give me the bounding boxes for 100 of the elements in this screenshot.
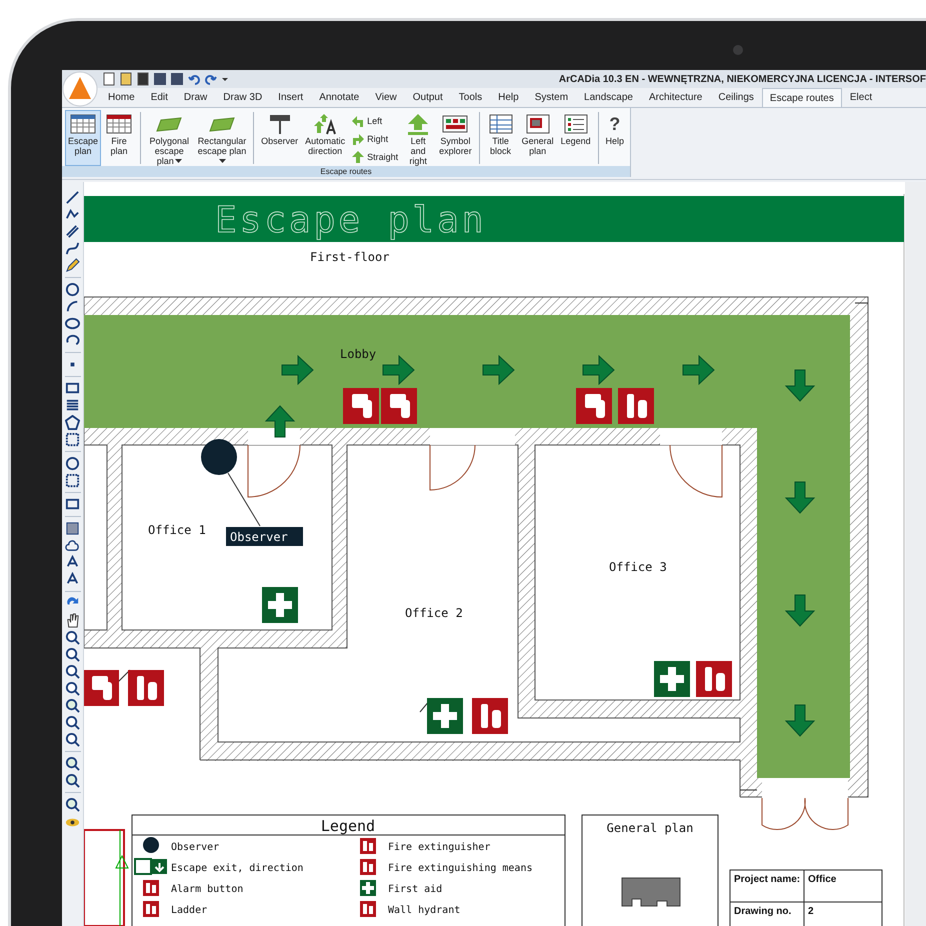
first-aid-sign	[654, 661, 690, 697]
ribbon-button[interactable]: Title block	[484, 110, 518, 166]
ribbon-tab[interactable]: System	[526, 88, 576, 107]
right-arrow-icon	[351, 132, 366, 146]
fire-extinguisher-sign	[128, 670, 164, 706]
zoom-icon[interactable]	[65, 681, 80, 696]
ellipse-arc-icon[interactable]	[65, 333, 80, 348]
pencil-icon[interactable]	[65, 258, 80, 273]
ribbon-tab[interactable]: Help	[490, 88, 527, 107]
fire-hose-sign	[84, 670, 119, 706]
alarm-button-sign	[343, 388, 379, 424]
ribbon-tab[interactable]: Annotate	[311, 88, 368, 107]
ribbon-tab[interactable]: View	[367, 88, 405, 107]
zoom-icon[interactable]	[65, 630, 80, 645]
ribbon-tab[interactable]: Insert	[270, 88, 312, 107]
hand-icon[interactable]	[65, 613, 80, 628]
room-label: Office 3	[609, 560, 667, 574]
plan-title: Escape plan	[215, 200, 486, 241]
dashed-square-icon[interactable]	[65, 432, 80, 447]
room-label: Lobby	[340, 347, 376, 361]
ribbon-tab[interactable]: Draw 3D	[215, 88, 270, 107]
ribbon-tab[interactable]: Home	[100, 88, 143, 107]
ribbon-tab[interactable]: Output	[404, 88, 451, 107]
legend-label: First aid	[388, 884, 442, 895]
direction-button[interactable]: Left	[349, 112, 400, 129]
observer-tag: Observer	[226, 527, 303, 546]
zoom-in-icon[interactable]	[65, 773, 80, 788]
ribbon-tab[interactable]: Ceilings	[710, 88, 762, 107]
legend-title: Legend	[320, 817, 376, 835]
title-block-value: Office	[808, 874, 836, 885]
new-file-icon[interactable]	[102, 72, 116, 86]
ribbon-tab[interactable]: Elect	[842, 88, 880, 107]
legend-label: Wall hydrant	[388, 905, 460, 916]
direction-arrow-icon	[784, 594, 816, 627]
up-arrow-icon	[351, 150, 366, 164]
ribbon-button[interactable]: Automatic direction	[302, 110, 348, 166]
double-line-icon[interactable]	[65, 224, 80, 239]
ribbon-tab[interactable]: Draw	[176, 88, 216, 107]
zoom-icon[interactable]	[65, 664, 80, 679]
hatch-icon[interactable]	[65, 521, 80, 536]
calendar-grid-icon	[69, 112, 98, 136]
ribbon-button[interactable]: Left and right	[401, 110, 436, 166]
ribbon-tab[interactable]: Escape routes	[762, 88, 842, 107]
fire-extinguisher-sign	[618, 388, 654, 424]
direction-arrow-icon	[282, 354, 314, 386]
ribbon-button[interactable]: Rectangular escape plan	[194, 110, 250, 166]
ribbon-button[interactable]: General plan	[518, 110, 557, 166]
ribbon-tab[interactable]: Tools	[450, 88, 490, 107]
legend-label: Escape exit, direction	[171, 863, 304, 874]
monitor-icon[interactable]	[65, 497, 80, 512]
legend-label: Alarm button	[171, 884, 244, 895]
rectangle-icon[interactable]	[65, 381, 80, 396]
fire-extinguisher-sign	[472, 698, 508, 734]
ribbon-button[interactable]: Fire plan	[102, 110, 136, 166]
ribbon-button[interactable]: Observer	[258, 110, 302, 166]
ribbon-tab[interactable]: Landscape	[576, 88, 641, 107]
alarm-button-sign	[576, 388, 612, 424]
sheet-grid-icon	[105, 112, 134, 136]
circle-icon[interactable]	[65, 282, 80, 297]
ribbon-button[interactable]: Escape plan	[65, 110, 102, 166]
door-swing	[248, 444, 300, 498]
redo-icon[interactable]	[204, 72, 218, 86]
framed-shape-icon[interactable]	[65, 473, 80, 488]
polygon-icon[interactable]	[65, 415, 80, 430]
direction-button[interactable]: Right	[349, 130, 400, 147]
ribbon-button[interactable]: Polygonal escape plan	[144, 110, 194, 166]
floor-label: First-floor	[310, 250, 390, 264]
ribbon-button[interactable]: Legend	[558, 110, 594, 166]
door-opening	[660, 428, 722, 445]
direction-arrow-icon	[582, 354, 615, 386]
direction-button[interactable]: Straight	[349, 148, 400, 165]
coil-icon[interactable]	[65, 398, 80, 413]
ring-icon[interactable]	[65, 456, 80, 471]
ribbon-tab[interactable]: Edit	[142, 88, 176, 107]
fire-hose-sign	[381, 388, 417, 424]
curve-icon[interactable]	[65, 241, 80, 256]
ellipse-icon[interactable]	[65, 316, 80, 331]
cloud-icon[interactable]	[65, 538, 80, 553]
direction-arrow-icon	[482, 354, 515, 386]
title-block-label: Project name:	[734, 874, 800, 885]
direction-arrow-icon	[382, 354, 415, 386]
zoom-icon[interactable]	[65, 732, 80, 747]
direction-arrow-icon	[784, 370, 816, 402]
zoom-in-icon[interactable]	[65, 756, 80, 771]
zoom-in-icon[interactable]	[65, 797, 80, 812]
ribbon-tab[interactable]: Architecture	[640, 88, 710, 107]
observer-marker	[201, 439, 237, 475]
zoom-icon[interactable]	[65, 715, 80, 730]
arc-icon[interactable]	[65, 299, 80, 314]
zoom-in-icon[interactable]	[65, 698, 80, 713]
room-label: Office 1	[148, 523, 206, 537]
zoom-icon[interactable]	[65, 647, 80, 662]
legend-label: Observer	[171, 842, 220, 853]
line-icon[interactable]	[65, 190, 80, 205]
direction-arrow-icon	[784, 482, 816, 514]
ribbon-button[interactable]: Symbol explorer	[436, 110, 475, 166]
undo-icon[interactable]	[187, 72, 201, 86]
ribbon-group-label: Escape routes	[62, 166, 630, 177]
ribbon-button[interactable]: ? Help	[602, 110, 628, 166]
left-arrow-icon	[351, 114, 366, 128]
